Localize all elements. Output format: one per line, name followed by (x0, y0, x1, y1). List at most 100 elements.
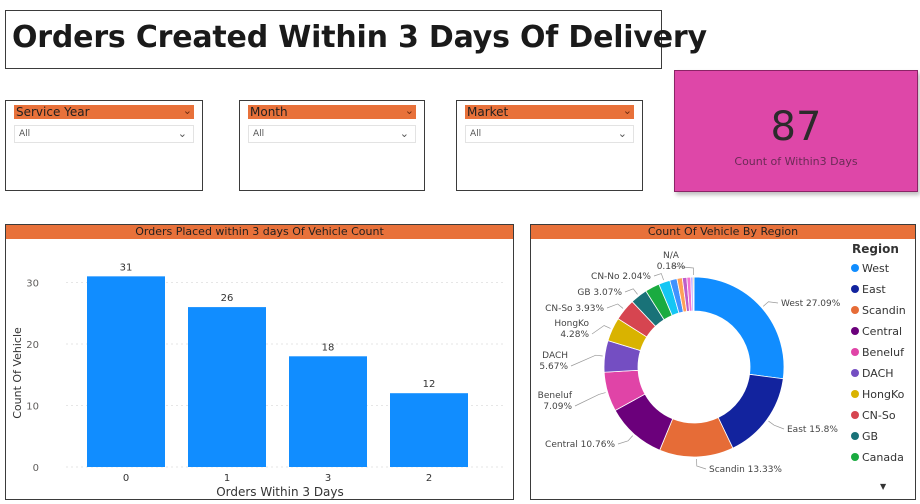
legend-marker (851, 264, 859, 272)
y-axis-title: Count Of Vehicle (11, 327, 24, 419)
donut-chart: West 27.09% East 15.8% Scandin 13.33% Centr… (538, 251, 841, 475)
service-year-dropdown[interactable]: All ⌄ (14, 125, 194, 143)
donut-slice[interactable] (692, 276, 695, 312)
x-tick-label: 2 (426, 473, 432, 484)
service-year-slicer-label: Service Year (16, 105, 90, 119)
bar[interactable] (188, 307, 266, 467)
x-tick-label: 3 (325, 473, 331, 484)
leader-line (591, 325, 611, 335)
legend-item[interactable]: West (851, 262, 889, 275)
chevron-down-icon: ⌄ (617, 127, 627, 140)
kpi-value: 87 (770, 104, 822, 150)
legend-marker (851, 411, 859, 419)
legend-item[interactable]: Scandin (851, 304, 906, 317)
slice-label: Central 10.76% (545, 440, 615, 450)
leader-line (617, 435, 633, 445)
donut-slice[interactable] (693, 276, 785, 380)
legend-label: Canada (862, 451, 904, 464)
chevron-down-icon[interactable]: ⌄ (183, 104, 192, 118)
legend-label: West (862, 262, 890, 275)
service-year-slicer-header[interactable]: Service Year ⌄ (14, 104, 194, 119)
legend-marker (851, 285, 859, 293)
market-slicer-label: Market (467, 105, 509, 119)
market-slicer: Market ⌄ All ⌄ (456, 100, 643, 191)
slice-label: Beneluf 7.09% (538, 391, 573, 412)
legend-item[interactable]: East (851, 283, 886, 296)
data-label: 12 (423, 379, 436, 390)
legend-label: Scandin (862, 304, 906, 317)
chevron-down-icon: ⌄ (399, 127, 409, 140)
bar[interactable] (289, 356, 367, 467)
month-value: All (253, 129, 265, 139)
legend-item[interactable]: HongKo (851, 388, 904, 401)
slice-label: GB 3.07% (577, 288, 622, 298)
legend-marker (851, 390, 859, 398)
x-tick-label: 0 (123, 473, 129, 484)
legend-title: Region (852, 242, 899, 256)
legend-item[interactable]: Canada (851, 451, 904, 464)
slice-label: CN-So 3.93% (545, 304, 604, 314)
x-tick-label: 1 (224, 473, 230, 484)
bar[interactable] (87, 276, 165, 467)
page-title: Orders Created Within 3 Days Of Delivery (12, 20, 707, 55)
bar-chart-panel: Orders Placed within 3 days Of Vehicle C… (5, 224, 514, 500)
chevron-down-icon[interactable]: ⌄ (623, 104, 632, 118)
leader-line (653, 273, 664, 281)
leader-line (570, 354, 603, 367)
kpi-label: Count of Within3 Days (734, 155, 858, 168)
y-tick-label: 20 (26, 340, 39, 351)
leader-line (762, 301, 779, 307)
leader-line (574, 392, 606, 407)
legend-marker (851, 432, 859, 440)
title-box: Orders Created Within 3 Days Of Delivery (5, 10, 707, 69)
data-label: 31 (120, 262, 133, 273)
legend-marker (851, 348, 859, 356)
service-year-value: All (19, 129, 31, 139)
donut-chart-panel: Count Of Vehicle By Region West 27.09% Ea… (530, 224, 916, 500)
legend-label: East (862, 283, 886, 296)
legend-marker (851, 369, 859, 377)
slice-label: Scandin 13.33% (709, 465, 782, 475)
slice-label: East 15.8% (787, 425, 838, 435)
legend-marker (851, 453, 859, 461)
data-label: 26 (221, 293, 234, 304)
donut-chart-title: Count Of Vehicle By Region (531, 225, 915, 239)
market-slicer-header[interactable]: Market ⌄ (465, 104, 634, 119)
leader-line (768, 420, 785, 430)
y-tick-label: 10 (26, 402, 39, 413)
legend-scroll-down-icon[interactable]: ▼ (880, 482, 886, 491)
legend-item[interactable]: Central (851, 325, 902, 338)
slice-label: HongKo 4.28% (554, 319, 589, 340)
month-dropdown[interactable]: All ⌄ (248, 125, 416, 143)
chevron-down-icon[interactable]: ⌄ (405, 104, 414, 118)
slice-label: West 27.09% (781, 299, 841, 309)
legend-label: Central (862, 325, 903, 338)
legend-item[interactable]: Beneluf (851, 346, 904, 359)
bar[interactable] (390, 393, 468, 467)
legend-item[interactable]: GB (851, 430, 878, 443)
y-tick-label: 30 (26, 279, 39, 290)
y-tick-label: 0 (33, 463, 39, 474)
bar-chart-title: Orders Placed within 3 days Of Vehicle C… (6, 225, 513, 239)
legend-label: DACH (862, 367, 894, 380)
bar-chart: 0 10 20 30 31 0 26 1 18 3 12 2 Orders Within 3 Days C… (11, 262, 506, 499)
leader-line (606, 303, 624, 309)
kpi-card: 87 Count of Within3 Days (674, 70, 918, 192)
legend-marker (851, 306, 859, 314)
month-slicer-header[interactable]: Month ⌄ (248, 104, 416, 119)
legend-marker (851, 327, 859, 335)
legend-item[interactable]: DACH (851, 367, 894, 380)
leader-line (696, 458, 707, 470)
legend-label: CN-So (862, 409, 896, 422)
slice-label: N/A 0.18% (657, 251, 686, 272)
month-slicer: Month ⌄ All ⌄ (239, 100, 425, 191)
x-axis-title: Orders Within 3 Days (216, 485, 344, 499)
legend-item[interactable]: CN-So (851, 409, 896, 422)
service-year-slicer: Service Year ⌄ All ⌄ (5, 100, 203, 191)
slice-label: CN-No 2.04% (591, 272, 651, 282)
month-slicer-label: Month (250, 105, 288, 119)
legend-label: HongKo (862, 388, 905, 401)
legend-label: Beneluf (862, 346, 904, 359)
market-dropdown[interactable]: All ⌄ (465, 125, 634, 143)
chevron-down-icon: ⌄ (177, 127, 187, 140)
